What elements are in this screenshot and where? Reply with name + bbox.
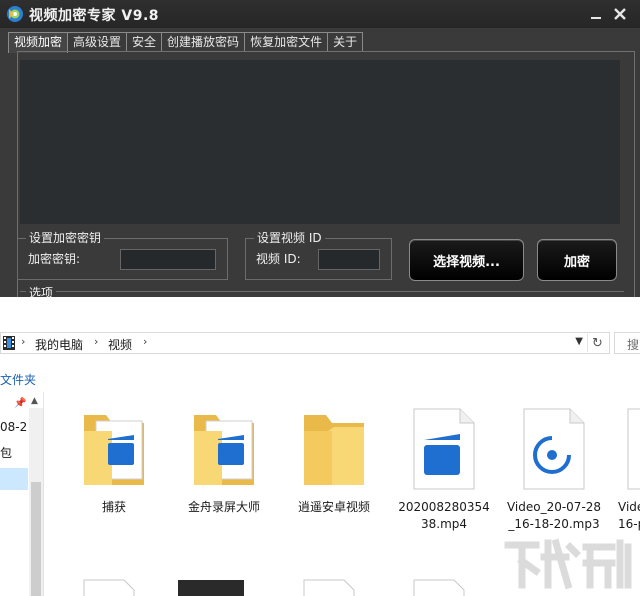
file-item-xiaoyao-folder[interactable]: 逍遥安卓视频 [286,407,382,537]
video-folder-icon [194,415,254,485]
nav-item-date[interactable]: 08-2 [0,420,27,434]
address-dropdown-icon[interactable]: ▼ [575,336,583,347]
file-label: 金舟录屏大师 [187,500,260,514]
video-file-icon [413,408,475,490]
file-item-mp3-audio[interactable]: Video_20-07-28_16-18-20.mp3 [506,407,602,537]
file-item-partial-icon[interactable] [176,577,246,596]
encryption-key-group-title: 设置加密密钥 [26,230,105,246]
file-item-jinzhou-recorder-folder[interactable]: 金舟录屏大师 [176,407,272,537]
pin-icon[interactable]: 📌 [14,398,26,409]
breadcrumb-my-computer[interactable]: 我的电脑 [35,336,83,353]
file-label: Video_20-07-28_16-18-20.mp3 [506,500,602,531]
file-item-partial-icon[interactable] [80,577,140,596]
minimize-button[interactable] [584,2,608,26]
options-group-title: 选项 [26,284,57,297]
navigation-pane: 📌 ▲ 08-2 包 [0,392,44,596]
tab-video-encrypt[interactable]: 视频加密 [8,32,69,53]
breadcrumb-separator-icon: › [94,335,99,348]
video-id-group-title: 设置视频 ID [254,230,325,246]
search-input[interactable]: 搜 [614,332,640,354]
file-item-partial-icon[interactable] [300,577,360,596]
address-bar[interactable]: › 我的电脑 › 视频 › ▼ ↻ [0,332,610,354]
new-folder-command[interactable]: 文件夹 [0,371,36,388]
video-id-input[interactable] [318,249,380,270]
video-id-group: 设置视频 ID 视频 ID: [245,230,392,280]
video-folder-icon [84,415,144,485]
nav-selected-highlight [0,468,28,490]
refresh-icon[interactable]: ↻ [587,334,607,352]
nav-item-package[interactable]: 包 [0,444,12,461]
encryption-key-group: 设置加密密钥 加密密钥: [17,230,228,280]
close-icon [614,8,626,20]
video-library-icon [3,336,15,350]
folder-icon [304,415,364,485]
options-group-border [20,291,624,292]
file-label: 逍遥安卓视频 [297,500,370,514]
file-item-partial-icon[interactable] [410,577,470,596]
tab-advanced-settings[interactable]: 高级设置 [67,32,128,52]
nav-scrollbar-thumb[interactable] [31,482,41,596]
video-encrypt-app-window: 视频加密专家 V9.8 视频加密 高级设置 安全 创建播放密码 恢复加密文件 关… [0,0,640,297]
file-item-mp4-video[interactable]: 20200828035438.mp4 [396,407,492,537]
scroll-up-icon[interactable]: ▲ [31,396,38,406]
encrypt-button[interactable]: 加密 [537,239,617,281]
file-item-capture-folder[interactable]: 捕获 [66,407,162,537]
tab-security[interactable]: 安全 [126,32,163,52]
site-watermark-logo [504,538,632,590]
encryption-key-input[interactable] [120,249,216,270]
file-label: 捕获 [101,500,126,514]
file-label: Video_16-p3 [618,500,640,531]
file-item-mp3-audio-partial[interactable]: Video_16-p3 [614,407,640,537]
tab-create-play-password[interactable]: 创建播放密码 [161,32,246,52]
tab-about[interactable]: 关于 [327,32,364,52]
audio-file-icon [523,408,585,490]
encryption-key-label: 加密密钥: [28,252,81,266]
tab-restore-encrypted-file[interactable]: 恢复加密文件 [244,32,329,52]
title-bar[interactable]: 视频加密专家 V9.8 [0,0,640,28]
close-button[interactable] [608,2,632,26]
audio-file-icon [627,408,640,490]
video-id-label: 视频 ID: [256,252,301,266]
window-title: 视频加密专家 V9.8 [29,8,160,24]
app-logo-icon [7,6,23,22]
breadcrumb-videos[interactable]: 视频 [108,336,132,353]
file-label: 20200828035438.mp4 [398,500,490,531]
breadcrumb-separator-icon: › [21,335,26,348]
file-explorer-window: › 我的电脑 › 视频 › ▼ ↻ 搜 文件夹 📌 ▲ 08-2 包 捕获 金舟… [0,297,640,596]
breadcrumb-separator-icon: › [143,335,148,348]
select-video-button[interactable]: 选择视频... [409,239,524,281]
minimize-icon [591,17,601,19]
video-preview-area [20,60,620,224]
tab-strip: 视频加密 高级设置 安全 创建播放密码 恢复加密文件 关于 [8,32,364,53]
